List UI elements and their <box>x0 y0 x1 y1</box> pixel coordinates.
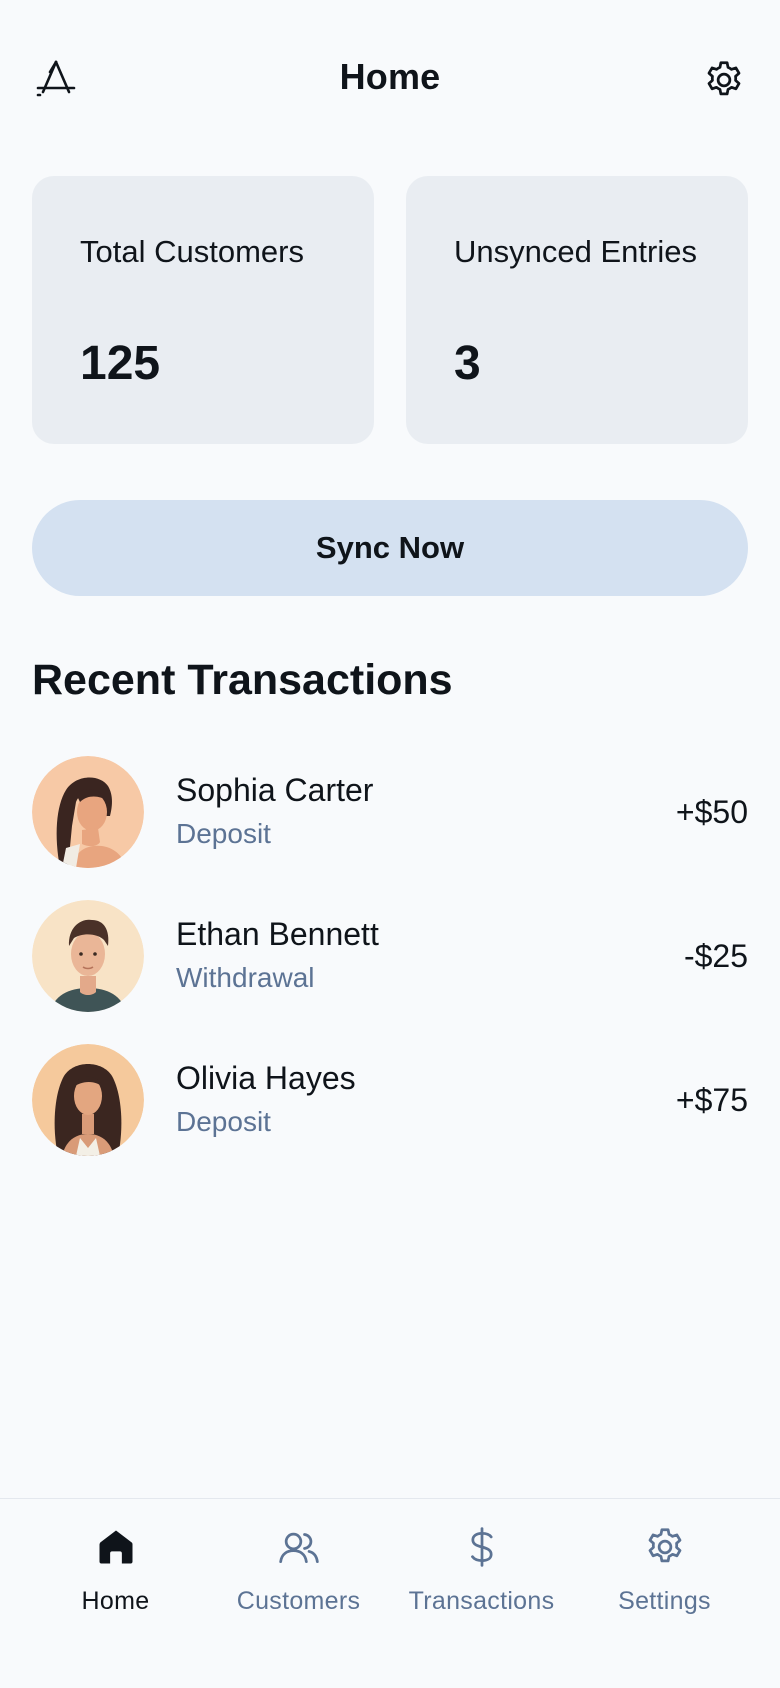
avatar <box>32 900 144 1012</box>
stat-value: 125 <box>80 337 161 390</box>
unsynced-entries-card[interactable]: Unsynced Entries 3 <box>406 176 748 444</box>
transaction-amount: +$75 <box>675 1082 748 1118</box>
transaction-row[interactable]: Olivia Hayes Deposit +$75 <box>32 1044 748 1156</box>
sync-now-button[interactable]: Sync Now <box>32 500 748 596</box>
gear-icon <box>643 1525 687 1569</box>
home-icon <box>94 1525 138 1569</box>
users-icon <box>277 1525 321 1569</box>
avatar <box>32 756 144 868</box>
app-screen: Home Total Customers 125 Unsynced Entrie… <box>0 0 780 1688</box>
nav-label: Transactions <box>408 1587 555 1615</box>
transaction-type: Deposit <box>176 1106 271 1137</box>
nav-item-customers[interactable]: Customers <box>207 1499 390 1629</box>
dollar-icon <box>460 1525 504 1569</box>
nav-label: Customers <box>236 1587 361 1615</box>
transaction-type: Withdrawal <box>176 962 315 993</box>
stat-value: 3 <box>454 337 481 390</box>
nav-label: Settings <box>618 1587 711 1615</box>
bottom-navigation: Home Customers Transactions Settings <box>0 1498 780 1688</box>
nav-item-home[interactable]: Home <box>24 1499 207 1629</box>
transaction-amount: +$50 <box>675 794 748 830</box>
customer-name: Olivia Hayes <box>176 1060 356 1096</box>
gear-icon[interactable] <box>702 58 746 102</box>
transaction-type: Deposit <box>176 818 271 849</box>
stat-label: Total Customers <box>80 234 304 269</box>
nav-item-settings[interactable]: Settings <box>573 1499 756 1629</box>
transaction-row[interactable]: Ethan Bennett Withdrawal -$25 <box>32 900 748 1012</box>
transaction-row[interactable]: Sophia Carter Deposit +$50 <box>32 756 748 868</box>
stat-label: Unsynced Entries <box>454 234 697 269</box>
total-customers-card[interactable]: Total Customers 125 <box>32 176 374 444</box>
page-title: Home <box>339 56 441 97</box>
customer-name: Sophia Carter <box>176 772 374 808</box>
nav-label: Home <box>81 1587 150 1615</box>
recent-transactions-heading: Recent Transactions <box>32 656 453 704</box>
top-bar: Home <box>0 0 780 160</box>
transaction-amount: -$25 <box>683 938 748 974</box>
nav-item-transactions[interactable]: Transactions <box>390 1499 573 1629</box>
customer-name: Ethan Bennett <box>176 916 379 952</box>
avatar <box>32 1044 144 1156</box>
